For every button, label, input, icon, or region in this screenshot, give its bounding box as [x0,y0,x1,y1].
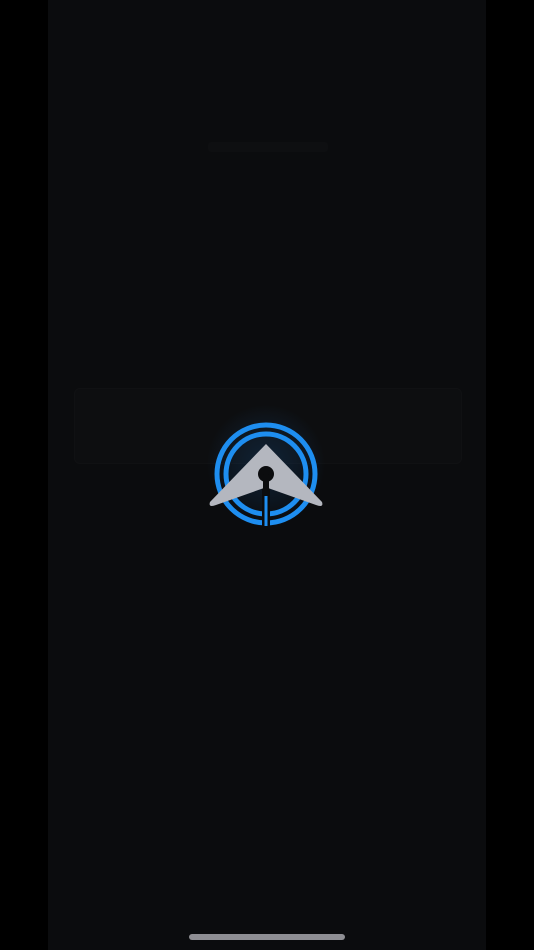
splash-screen [48,0,486,950]
app-logo [196,404,336,534]
keyhole-slot-icon [263,474,269,496]
keyhole-stem-icon [264,496,268,526]
home-indicator[interactable] [189,934,345,940]
keyhole-arrow-logo-icon [209,422,323,528]
faded-placeholder-line [208,142,328,152]
